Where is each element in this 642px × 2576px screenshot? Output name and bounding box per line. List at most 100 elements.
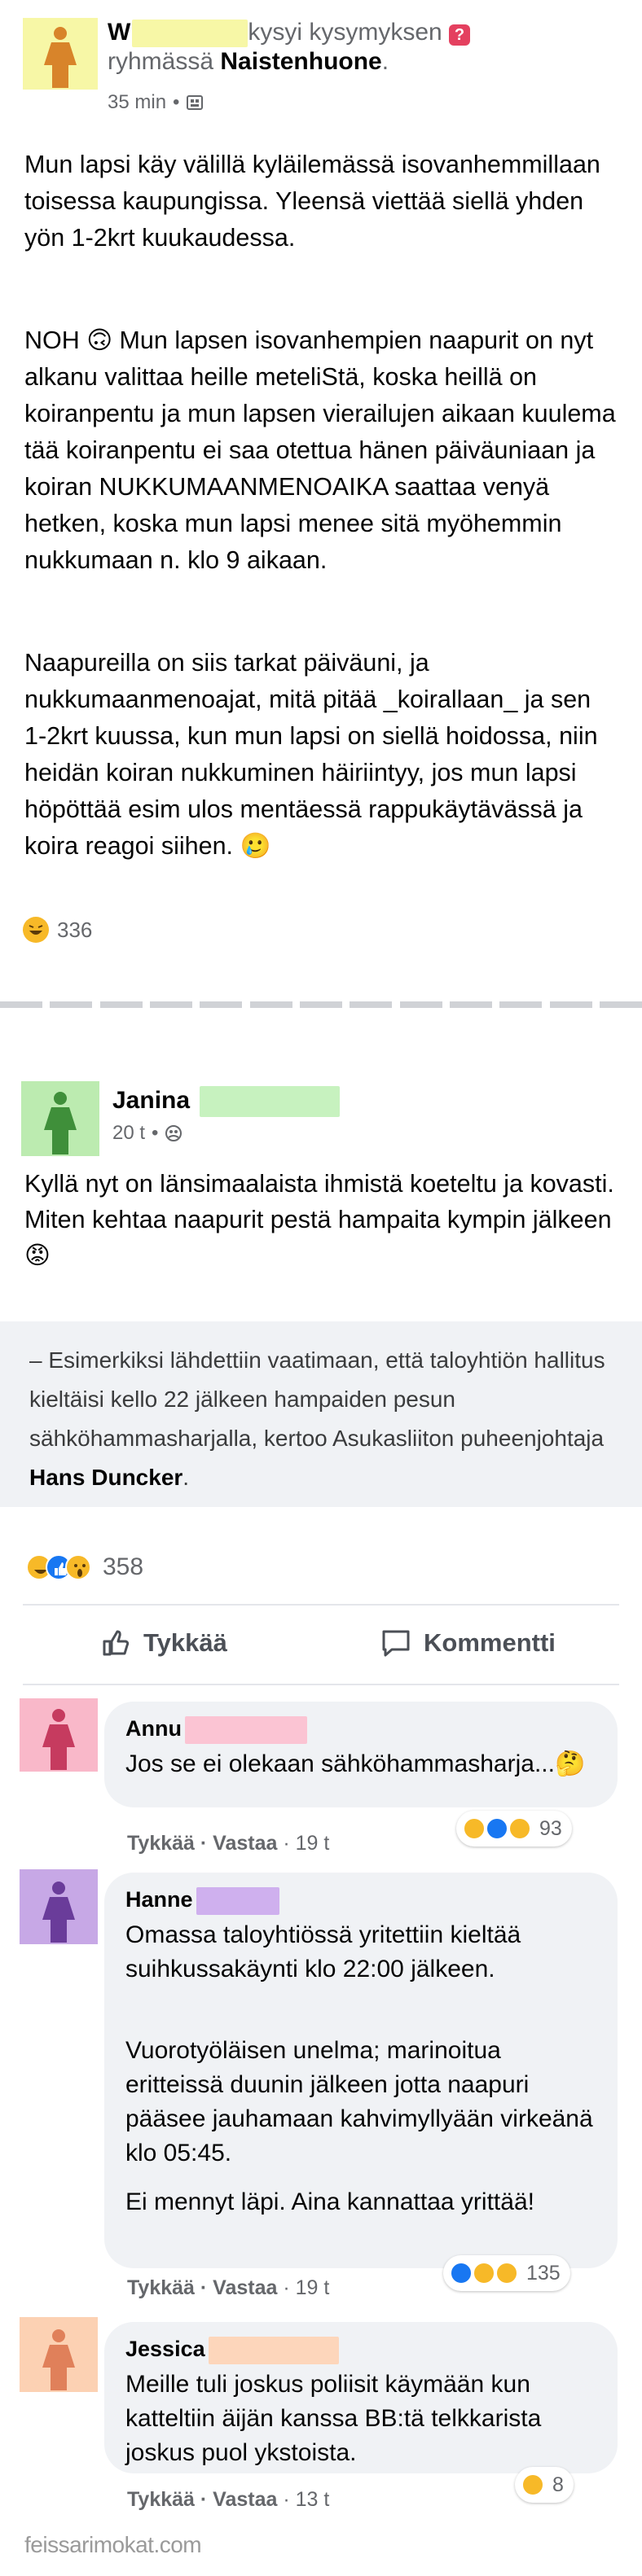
reply-comment-link[interactable]: Vastaa [213,1832,277,1855]
speech-bubble-icon [382,1630,410,1657]
haha-reaction-icon [23,917,49,943]
group-prefix: ryhmässä [108,48,214,76]
redacted-name-bar [208,2337,339,2364]
post-reaction-count: 336 [57,917,93,942]
comment-actions-annu: Tykkää · Vastaa · 19 t [127,1832,329,1855]
haha-reaction-icon [463,1817,486,1840]
person-female-icon [42,2329,75,2390]
separator-dot: · [283,2276,290,2299]
redacted-name-bar [200,1086,341,1117]
like-comment-link[interactable]: Tykkää [127,2276,195,2299]
comment-label: Kommentti [424,1628,556,1657]
thumbs-up-icon [103,1630,130,1656]
post-paragraph-1: Mun lapsi käy välillä kyläilemässä isova… [24,151,600,252]
question-badge-icon: ? [449,24,471,46]
jessica-reaction-count: 8 [552,2473,564,2496]
comment-button[interactable]: Kommentti [380,1627,556,1659]
meta-dot: • [152,1122,159,1144]
post-paragraph-3: Naapureilla on siis tarkat päiväuni, ja … [24,649,598,860]
comment-actions-jessica: Tykkää · Vastaa · 13 t [127,2488,329,2512]
like-comment-link[interactable]: Tykkää [127,1832,195,1855]
person-female-icon [42,1882,75,1943]
janina-meta: 20 t • [112,1122,182,1145]
post-paragraph-2: NOH 🙃 Mun lapsen isovanhempien naapurit … [24,326,616,574]
meta-dot: • [173,91,180,113]
quoted-news-snippet[interactable]: – Esimerkiksi lähdettiin vaatimaan, että… [0,1321,642,1507]
comment-text-hanne-1: Omassa taloyhtiössä yritettiin kieltää s… [125,1921,521,1982]
annu-name[interactable]: Annu [125,1716,182,1741]
janina-avatar[interactable] [21,1081,99,1156]
wow-reaction-icon [508,1817,531,1840]
action-divider-top [23,1604,619,1606]
hanne-reaction-count: 135 [526,2261,561,2285]
hanne-name[interactable]: Hanne [125,1887,193,1912]
like-comment-link[interactable]: Tykkää [127,2488,195,2511]
group-privacy-icon [187,95,204,110]
comment-text-annu: Jos se ei olekaan sähköhammasharja...🤔 [125,1750,586,1777]
comment-author-annu: Annu [125,1716,307,1744]
person-female-icon [42,1709,75,1770]
post-separator [0,1001,642,1011]
comment-actions-hanne: Tykkää · Vastaa · 19 t [127,2276,329,2300]
quote-text: – Esimerkiksi lähdettiin vaatimaan, että… [29,1347,605,1451]
separator-dot: · [200,1832,208,1855]
comment-reactions-annu[interactable]: 93 [456,1811,572,1847]
like-label: Tykkää [143,1628,227,1657]
redacted-name-bar [132,20,248,48]
like-button[interactable]: Tykkää [99,1627,227,1659]
group-suffix: . [381,48,389,76]
watermark: feissarimokat.com [24,2532,202,2557]
comment-time[interactable]: 19 t [296,1832,330,1855]
like-reaction-icon [486,1817,508,1840]
redacted-name-bar [184,1716,307,1744]
annu-avatar[interactable] [20,1698,98,1772]
comment-text-hanne-3: Ei mennyt läpi. Aina kannattaa yrittää! [125,2188,534,2215]
comment-text-hanne-2: Vuorotyöläisen unelma; marinoitua eritte… [125,2037,593,2166]
separator-dot: · [200,2488,208,2511]
post-time[interactable]: 35 min [108,91,166,114]
janina-name[interactable]: Janina [112,1087,190,1114]
quote-end: . [182,1465,190,1490]
group-name-link[interactable]: Naistenhuone [220,48,381,75]
post-author-avatar[interactable] [23,18,98,90]
person-female-icon [44,27,77,88]
comment-reactions-jessica[interactable]: 8 [515,2467,574,2503]
friends-privacy-icon [165,1125,182,1141]
hanne-avatar[interactable] [20,1869,98,1944]
comment-author-jessica: Jessica [125,2337,339,2364]
comment-time[interactable]: 13 t [296,2488,330,2511]
haha-reaction-icon [521,2473,544,2496]
janina-time[interactable]: 20 t [112,1122,145,1145]
comment-time[interactable]: 19 t [296,2276,330,2299]
redacted-name-bar [196,1887,279,1915]
comment-reactions-hanne[interactable]: 135 [443,2255,570,2291]
comment-bubble-hanne[interactable]: Hanne Omassa taloyhtiössä yritettiin kie… [104,1873,618,2268]
wow-reaction-icon [495,2262,518,2285]
comment-bubble-annu[interactable]: Annu Jos se ei olekaan sähköhammasharja.… [104,1702,618,1807]
post-meta: 35 min • [108,91,204,114]
haha-reaction-icon [473,2262,495,2285]
separator-dot: · [283,2488,290,2511]
jessica-name[interactable]: Jessica [125,2337,205,2361]
person-female-icon [44,1092,77,1154]
separator-dot: · [283,1832,290,1855]
quote-bold-name: Hans Duncker [29,1465,183,1490]
post-author-initial[interactable]: W [108,19,130,46]
reply-comment-link[interactable]: Vastaa [213,2276,277,2299]
janina-post-text: Kyllä nyt on länsimaalaista ihmistä koet… [24,1170,614,1269]
action-divider-bottom [23,1684,619,1685]
janina-name-row: Janina [112,1086,341,1117]
jessica-avatar[interactable] [20,2317,98,2392]
post-reactions[interactable]: 336 [23,917,92,943]
separator-dot: · [200,2276,208,2299]
like-reaction-icon [450,2262,473,2285]
comment-bubble-jessica[interactable]: Jessica Meille tuli joskus poliisit käym… [104,2322,618,2473]
comment-author-hanne: Hanne [125,1887,279,1915]
asked-label: kysyi kysymyksen [248,19,442,46]
annu-reaction-count: 93 [539,1816,562,1840]
wow-reaction-icon [65,1554,91,1580]
comment-text-jessica: Meille tuli joskus poliisit käymään kun … [125,2371,542,2466]
post2-reactions[interactable]: 358 [26,1553,143,1581]
post2-reaction-count: 358 [103,1553,144,1580]
reply-comment-link[interactable]: Vastaa [213,2488,277,2511]
